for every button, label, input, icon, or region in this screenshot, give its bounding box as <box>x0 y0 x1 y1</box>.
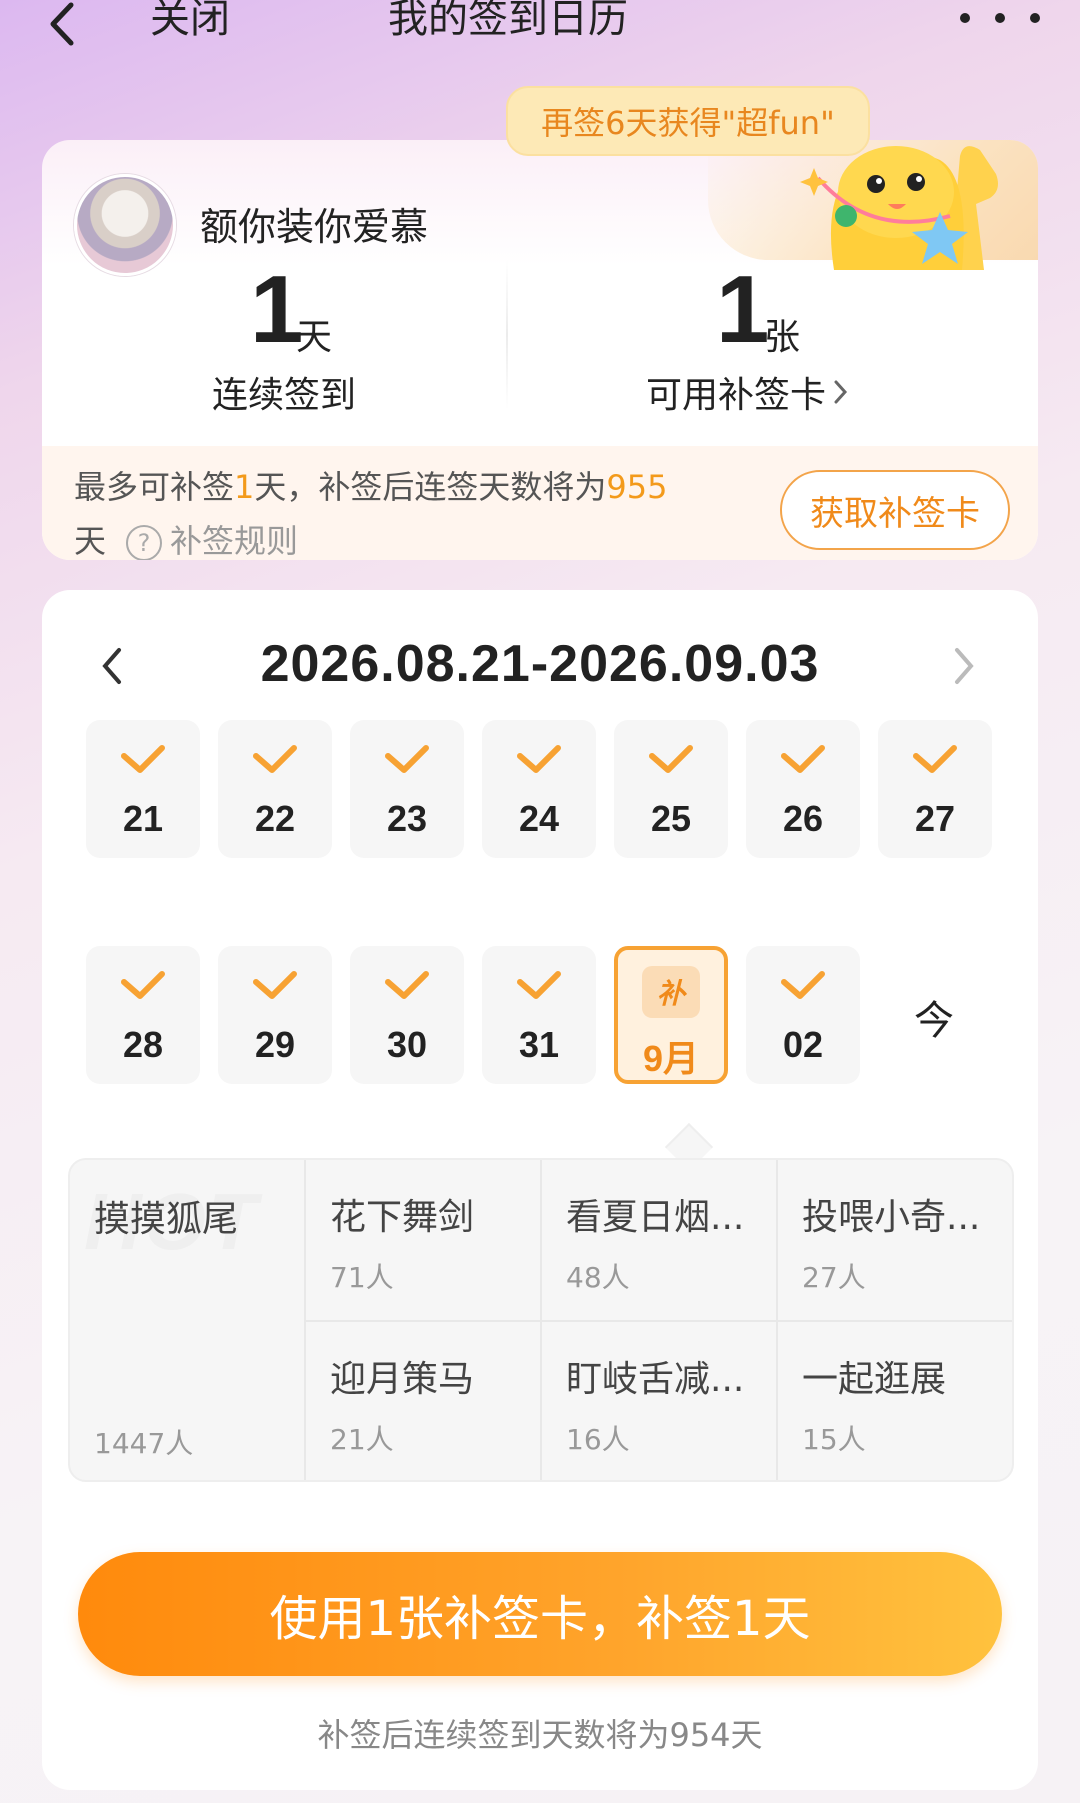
topic-count: 15人 <box>802 1423 866 1456</box>
day-number: 29 <box>254 1024 296 1065</box>
topic-item[interactable]: 花下舞剑 71人 <box>306 1160 542 1322</box>
topic-count: 21人 <box>330 1423 394 1456</box>
makeup-info-text: 最多可补签1天，补签后连签天数将为955 天? 补签规则 <box>74 468 668 560</box>
calendar-day[interactable]: 22 <box>218 720 332 858</box>
streak-unit: 天 <box>296 317 333 358</box>
calendar-day[interactable]: 29 <box>218 946 332 1084</box>
top-nav: 关闭 我的签到日历 <box>0 0 1080 60</box>
topic-count: 48人 <box>566 1261 630 1294</box>
cards-link[interactable]: 可用补签卡 <box>646 366 850 418</box>
calendar-day[interactable]: 21 <box>86 720 200 858</box>
calendar-day[interactable]: 31 <box>482 946 596 1084</box>
day-number: 31 <box>518 1024 560 1065</box>
rules-link[interactable]: 补签规则 <box>170 522 298 560</box>
day-number: 23 <box>386 798 428 839</box>
topic-item[interactable]: 看夏日烟... 48人 <box>542 1160 778 1322</box>
back-button[interactable] <box>32 0 92 54</box>
checkmark-icon <box>385 971 429 999</box>
checkmark-icon <box>649 745 693 773</box>
checkmark-icon <box>517 971 561 999</box>
checkmark-icon <box>781 745 825 773</box>
topic-name: 摸摸狐尾 <box>94 1199 239 1240</box>
more-icon <box>960 13 970 23</box>
page-title: 我的签到日历 <box>388 0 628 42</box>
topic-featured[interactable]: HOT 摸摸狐尾 1447人 <box>70 1160 306 1480</box>
calendar-day-selected[interactable]: 补 9月 <box>614 946 728 1084</box>
day-number: 25 <box>650 798 692 839</box>
checkmark-icon <box>517 745 561 773</box>
topic-name: 一起逛展 <box>802 1359 947 1400</box>
cards-value: 1 <box>716 256 770 363</box>
topic-name: 看夏日烟... <box>566 1197 745 1238</box>
help-icon[interactable]: ? <box>126 525 163 560</box>
topic-name: 花下舞剑 <box>330 1197 475 1238</box>
calendar-day[interactable]: 25 <box>614 720 728 858</box>
day-number: 27 <box>914 798 956 839</box>
next-range-button[interactable] <box>952 646 976 690</box>
checkmark-icon <box>253 745 297 773</box>
avatar[interactable] <box>74 174 176 276</box>
cards-label: 可用补签卡 <box>646 375 827 416</box>
day-number: 21 <box>122 798 164 839</box>
topic-count: 1447人 <box>94 1427 194 1460</box>
topic-count: 27人 <box>802 1261 866 1294</box>
topic-item[interactable]: 一起逛展 15人 <box>778 1322 1012 1480</box>
cards-unit: 张 <box>764 317 801 358</box>
day-number: 02 <box>782 1024 824 1065</box>
calendar-day[interactable]: 30 <box>350 946 464 1084</box>
checkmark-icon <box>121 745 165 773</box>
use-makeup-card-button[interactable]: 使用1张补签卡，补签1天 <box>78 1552 1002 1676</box>
day-number: 30 <box>386 1024 428 1065</box>
date-range: 2026.08.21-2026.09.03 <box>260 635 820 693</box>
calendar-card: 2026.08.21-2026.09.03 21 22 23 24 25 26 … <box>42 590 1038 1790</box>
day-number: 22 <box>254 798 296 839</box>
day-number: 24 <box>518 798 560 839</box>
makeup-info-bar: 最多可补签1天，补签后连签天数将为955 天? 补签规则 获取补签卡 <box>42 446 1038 560</box>
chevron-right-icon <box>955 648 974 684</box>
makeup-badge: 补 <box>642 966 700 1018</box>
checkmark-icon <box>913 745 957 773</box>
today-label[interactable]: 今 <box>914 988 954 1046</box>
chevron-left-icon <box>50 2 74 46</box>
streak-label: 连续签到 <box>212 375 357 416</box>
topic-count: 71人 <box>330 1261 394 1294</box>
calendar-day[interactable]: 26 <box>746 720 860 858</box>
day-number: 28 <box>122 1024 164 1065</box>
more-button[interactable] <box>960 0 1040 38</box>
get-card-button[interactable]: 获取补签卡 <box>780 470 1010 550</box>
checkmark-icon <box>253 971 297 999</box>
mascot-icon <box>800 146 998 270</box>
topic-name: 投喂小奇... <box>802 1197 981 1238</box>
topic-item[interactable]: 迎月策马 21人 <box>306 1322 542 1480</box>
topic-name: 迎月策马 <box>330 1359 475 1400</box>
username: 额你装你爱慕 <box>200 205 429 249</box>
chevron-right-icon <box>834 380 848 404</box>
topic-item[interactable]: 盯岐舌减... 16人 <box>542 1322 778 1480</box>
topic-item[interactable]: 投喂小奇... 27人 <box>778 1160 1012 1322</box>
calendar-day[interactable]: 23 <box>350 720 464 858</box>
checkmark-icon <box>121 971 165 999</box>
checkmark-icon <box>385 745 429 773</box>
stat-divider <box>506 260 508 410</box>
calendar-day[interactable]: 24 <box>482 720 596 858</box>
topic-name: 盯岐舌减... <box>566 1359 745 1400</box>
after-makeup-note: 补签后连续签到天数将为954天 <box>317 1716 763 1754</box>
day-number: 26 <box>782 798 824 839</box>
topic-count: 16人 <box>566 1423 630 1456</box>
calendar-day[interactable]: 02 <box>746 946 860 1084</box>
day-number: 9月 <box>642 1038 700 1079</box>
checkmark-icon <box>781 971 825 999</box>
calendar-day[interactable]: 27 <box>878 720 992 858</box>
calendar-day[interactable]: 28 <box>86 946 200 1084</box>
topic-grid: HOT 摸摸狐尾 1447人 花下舞剑 71人 看夏日烟... 48人 投喂小奇… <box>68 1158 1014 1482</box>
close-button[interactable]: 关闭 <box>150 0 230 44</box>
